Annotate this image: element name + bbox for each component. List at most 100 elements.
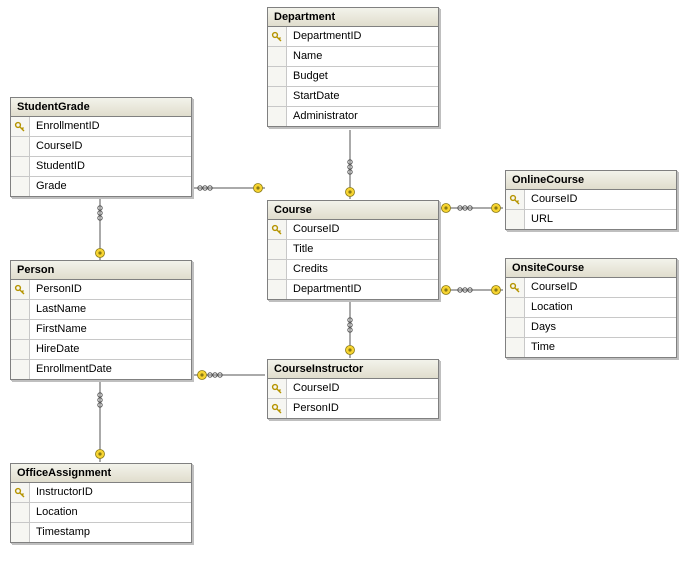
table-column[interactable]: EnrollmentID <box>11 117 191 137</box>
col-icon <box>11 340 30 359</box>
table-column[interactable]: CourseID <box>11 137 191 157</box>
table-column[interactable]: Grade <box>11 177 191 196</box>
table-column[interactable]: Days <box>506 318 676 338</box>
column-name: Days <box>525 318 676 337</box>
pk-icon <box>11 483 30 502</box>
pk-icon <box>506 190 525 209</box>
table-column[interactable]: Budget <box>268 67 438 87</box>
table-onlinecourse[interactable]: OnlineCourse CourseID URL <box>505 170 677 230</box>
column-name: InstructorID <box>30 483 191 502</box>
table-column[interactable]: Title <box>268 240 438 260</box>
table-studentgrade[interactable]: StudentGrade EnrollmentID CourseID Stude… <box>10 97 192 197</box>
table-column[interactable]: LastName <box>11 300 191 320</box>
table-column[interactable]: Name <box>268 47 438 67</box>
column-name: EnrollmentDate <box>30 360 191 379</box>
col-icon <box>11 137 30 156</box>
table-column[interactable]: DepartmentID <box>268 27 438 47</box>
table-header[interactable]: Person <box>11 261 191 280</box>
table-column[interactable]: PersonID <box>268 399 438 418</box>
col-icon <box>11 523 30 542</box>
table-title: CourseInstructor <box>274 363 363 375</box>
table-column[interactable]: Location <box>506 298 676 318</box>
column-name: Timestamp <box>30 523 191 542</box>
column-name: URL <box>525 210 676 229</box>
table-title: Person <box>17 264 54 276</box>
table-column[interactable]: URL <box>506 210 676 229</box>
column-name: Administrator <box>287 107 438 126</box>
column-name: Name <box>287 47 438 66</box>
column-name: CourseID <box>287 379 438 398</box>
column-name: DepartmentID <box>287 280 438 299</box>
column-name: CourseID <box>525 190 676 209</box>
table-column[interactable]: Timestamp <box>11 523 191 542</box>
col-icon <box>506 210 525 229</box>
column-name: StartDate <box>287 87 438 106</box>
table-column[interactable]: EnrollmentDate <box>11 360 191 379</box>
table-column[interactable]: Location <box>11 503 191 523</box>
column-name: CourseID <box>525 278 676 297</box>
table-column[interactable]: StudentID <box>11 157 191 177</box>
table-header[interactable]: Course <box>268 201 438 220</box>
table-title: Course <box>274 204 312 216</box>
pk-icon <box>506 278 525 297</box>
table-column[interactable]: CourseID <box>506 278 676 298</box>
table-courseinstructor[interactable]: CourseInstructor CourseID PersonID <box>267 359 439 419</box>
column-name: EnrollmentID <box>30 117 191 136</box>
column-name: Location <box>30 503 191 522</box>
col-icon <box>11 320 30 339</box>
table-header[interactable]: CourseInstructor <box>268 360 438 379</box>
table-title: Department <box>274 11 335 23</box>
col-icon <box>11 503 30 522</box>
col-icon <box>11 360 30 379</box>
col-icon <box>268 240 287 259</box>
col-icon <box>506 298 525 317</box>
table-officeassignment[interactable]: OfficeAssignment InstructorID Location T… <box>10 463 192 543</box>
column-name: Credits <box>287 260 438 279</box>
table-header[interactable]: OnlineCourse <box>506 171 676 190</box>
table-title: OfficeAssignment <box>17 467 111 479</box>
table-header[interactable]: StudentGrade <box>11 98 191 117</box>
table-header[interactable]: OfficeAssignment <box>11 464 191 483</box>
table-column[interactable]: CourseID <box>268 379 438 399</box>
pk-icon <box>268 27 287 46</box>
col-icon <box>11 157 30 176</box>
table-header[interactable]: OnsiteCourse <box>506 259 676 278</box>
column-name: FirstName <box>30 320 191 339</box>
table-column[interactable]: Time <box>506 338 676 357</box>
col-icon <box>11 177 30 196</box>
column-name: CourseID <box>30 137 191 156</box>
table-column[interactable]: CourseID <box>506 190 676 210</box>
col-icon <box>506 338 525 357</box>
col-icon <box>268 260 287 279</box>
col-icon <box>268 107 287 126</box>
pk-icon <box>268 379 287 398</box>
table-column[interactable]: FirstName <box>11 320 191 340</box>
column-name: StudentID <box>30 157 191 176</box>
table-person[interactable]: Person PersonID LastName FirstName HireD… <box>10 260 192 380</box>
table-course[interactable]: Course CourseID Title Credits Department… <box>267 200 439 300</box>
column-name: HireDate <box>30 340 191 359</box>
column-name: CourseID <box>287 220 438 239</box>
col-icon <box>11 300 30 319</box>
table-onsitecourse[interactable]: OnsiteCourse CourseID Location Days Time <box>505 258 677 358</box>
pk-icon <box>11 280 30 299</box>
table-column[interactable]: CourseID <box>268 220 438 240</box>
table-column[interactable]: StartDate <box>268 87 438 107</box>
table-column[interactable]: PersonID <box>11 280 191 300</box>
column-name: Time <box>525 338 676 357</box>
col-icon <box>268 87 287 106</box>
table-department[interactable]: Department DepartmentID Name Budget Star… <box>267 7 439 127</box>
table-header[interactable]: Department <box>268 8 438 27</box>
column-name: PersonID <box>30 280 191 299</box>
col-icon <box>506 318 525 337</box>
table-column[interactable]: Credits <box>268 260 438 280</box>
table-column[interactable]: InstructorID <box>11 483 191 503</box>
table-column[interactable]: Administrator <box>268 107 438 126</box>
pk-icon <box>11 117 30 136</box>
column-name: Location <box>525 298 676 317</box>
table-column[interactable]: HireDate <box>11 340 191 360</box>
table-column[interactable]: DepartmentID <box>268 280 438 299</box>
table-title: StudentGrade <box>17 101 90 113</box>
column-name: Grade <box>30 177 191 196</box>
column-name: Budget <box>287 67 438 86</box>
